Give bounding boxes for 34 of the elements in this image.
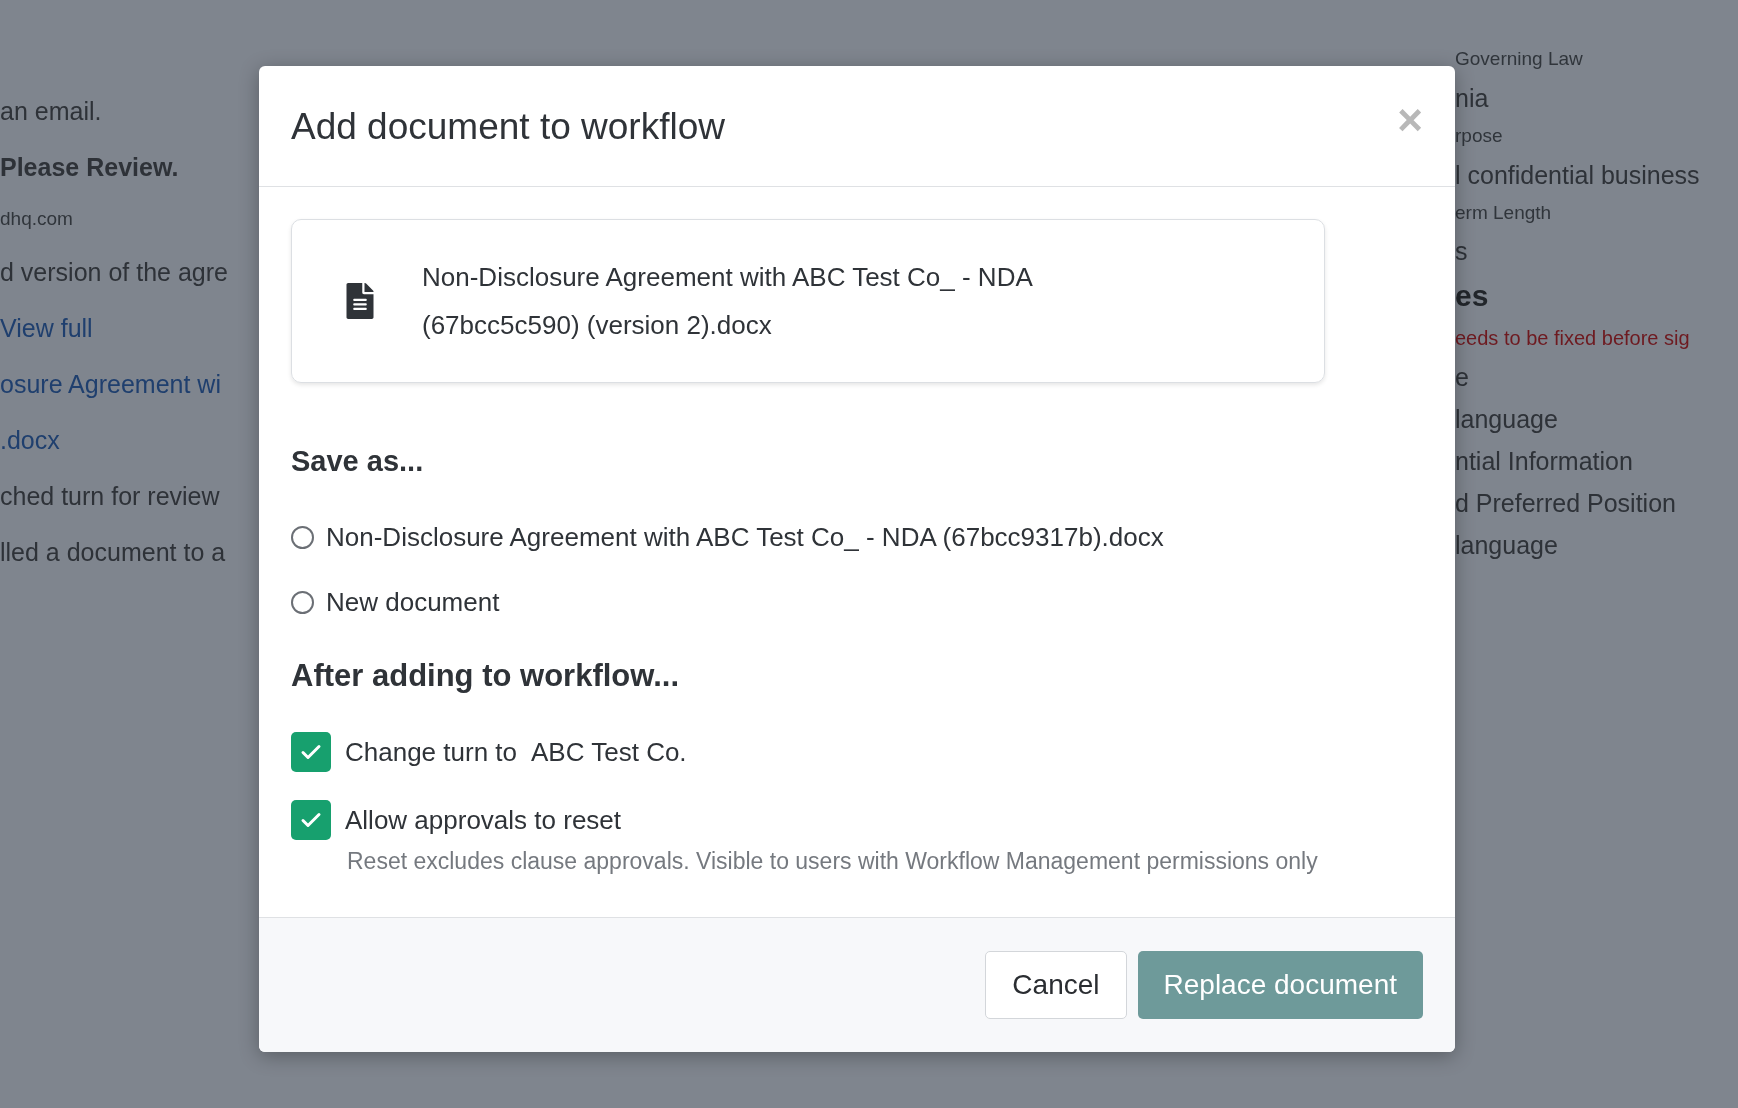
checkbox[interactable] [291,732,331,772]
background-text: nia [1455,82,1490,113]
radio-label[interactable]: New document [326,587,500,618]
dialog-title: Add document to workflow [291,106,725,148]
background-text: ched turn for review [0,480,221,511]
background-text: dhq.com [0,208,74,231]
party-name: ABC Test Co. [531,736,687,768]
checkbox-label[interactable]: Change turn to [345,736,517,768]
background-text: es [1455,278,1490,315]
section-heading: Save as... [291,445,425,478]
background-text: s [1455,236,1469,267]
background-text: an email. [0,96,103,126]
radio-button[interactable] [291,591,314,614]
background-text: language [1455,404,1559,435]
background-text: Please Review. [0,152,180,182]
file-name: Non-Disclosure Agreement with ABC Test Co_ - NDA (67bcc5c590) (version 2).docx [422,261,1033,342]
background-text: eeds to be fixed before sig [1455,326,1691,351]
section-heading: After adding to workflow... [291,658,681,694]
checkbox[interactable] [291,800,331,840]
background-text: d Preferred Position [1455,488,1677,519]
hint-text: Reset excludes clause approvals. Visible to users with Workflow Management permissions only [347,848,1319,875]
background-text: language [1455,530,1559,561]
background-text: d version of the agre [0,256,229,287]
checkbox-label[interactable]: Allow approvals to reset [345,804,622,836]
radio-button[interactable] [291,526,314,549]
background-text: erm Length [1455,201,1553,225]
background-text: l confidential business [1455,159,1701,190]
radio-label[interactable]: Non-Disclosure Agreement with ABC Test Co_ - NDA (67bcc9317b).docx [326,522,1164,553]
background-text: rpose [1455,124,1504,148]
background-text: lled a document to a [0,536,227,567]
background-text: e [1455,362,1470,393]
background-text: Governing Law [1455,48,1584,71]
cancel-button[interactable]: Cancel [985,951,1127,1019]
background-text: ntial Information [1455,446,1634,477]
